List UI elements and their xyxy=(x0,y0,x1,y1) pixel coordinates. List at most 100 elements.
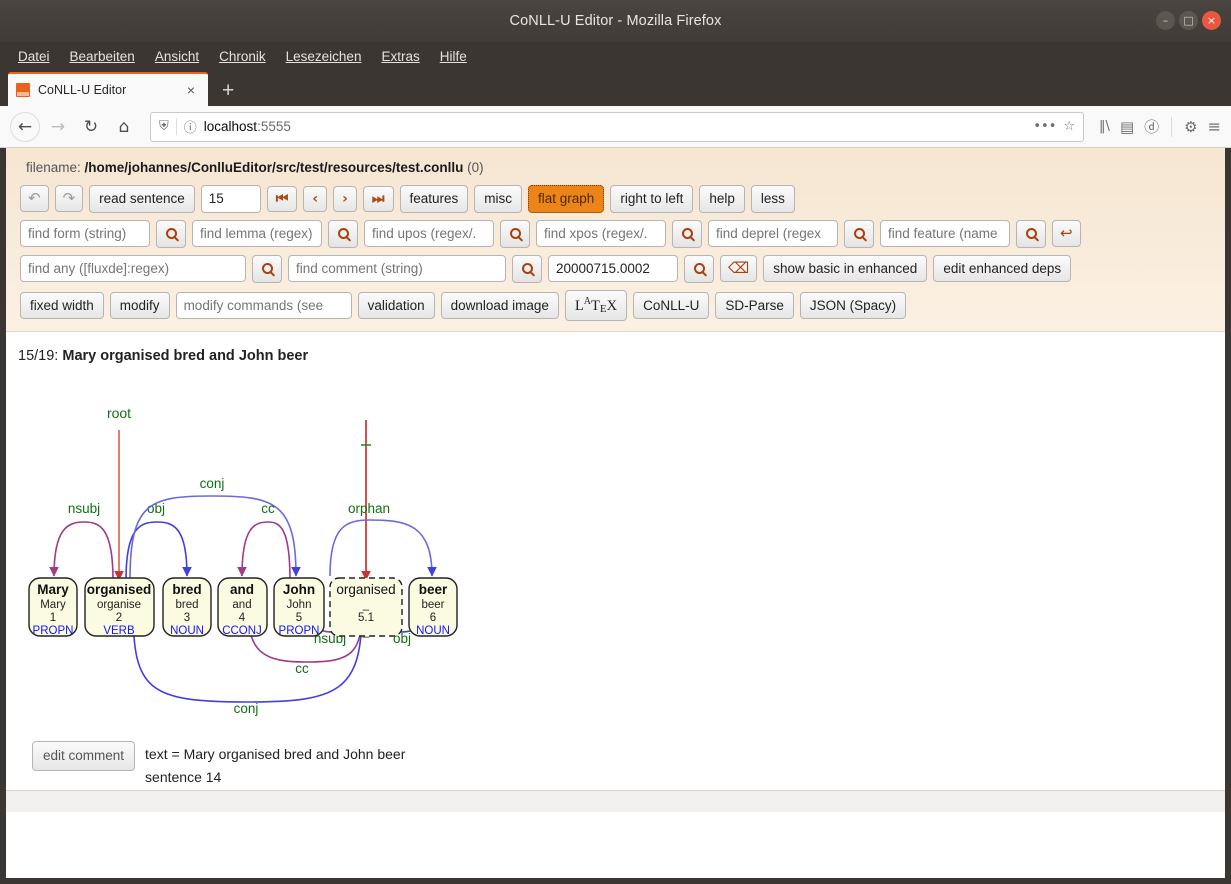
sidebar-icon[interactable]: ▤ xyxy=(1120,118,1134,136)
nav-divider xyxy=(1171,116,1173,137)
sd-parse-button[interactable]: SD-Parse xyxy=(715,291,794,320)
menu-ansicht[interactable]: Ansicht xyxy=(147,46,207,67)
validation-button[interactable]: validation xyxy=(357,291,435,320)
arc-label-cc-below: cc xyxy=(295,661,309,676)
first-sentence-button[interactable]: ⏮ xyxy=(266,185,298,212)
features-button[interactable]: features xyxy=(399,185,469,213)
find-any-input[interactable] xyxy=(20,254,246,283)
misc-button[interactable]: misc xyxy=(474,185,523,213)
home-icon[interactable]: ⌂ xyxy=(109,112,139,142)
token-node-4[interactable]: and and 4 CCONJ xyxy=(217,577,268,637)
token-form: beer xyxy=(419,582,448,597)
find-deprel-search-button[interactable] xyxy=(844,219,874,248)
dependency-graph-svg[interactable]: root nsubj obj conj cc orphan nsubj obj … xyxy=(18,370,488,720)
find-form-input[interactable] xyxy=(20,219,150,248)
toolbar-row-1: ↶ ↷ read sentence ⏮ ‹ › ⏭ features misc … xyxy=(20,185,1211,213)
menu-icon[interactable]: ≡ xyxy=(1208,117,1221,136)
shield-icon[interactable]: ⛨ xyxy=(159,119,169,134)
redo-button[interactable]: ↷ xyxy=(54,185,84,213)
token-node-1[interactable]: Mary Mary 1 PROPN xyxy=(28,577,78,637)
show-basic-in-enhanced-button[interactable]: show basic in enhanced xyxy=(763,254,928,283)
clear-button[interactable]: ⌫ xyxy=(720,254,758,283)
reload-icon[interactable]: ↻ xyxy=(76,112,106,142)
menu-datei[interactable]: Datei xyxy=(10,46,58,67)
last-sentence-button[interactable]: ⏭ xyxy=(362,185,394,212)
maximize-button[interactable]: □ xyxy=(1179,11,1198,30)
token-node-6[interactable]: beer beer 6 NOUN xyxy=(408,577,458,637)
dependency-graph[interactable]: root nsubj obj conj cc orphan nsubj obj … xyxy=(18,370,1213,725)
back-icon[interactable]: ← xyxy=(10,111,40,142)
conllu-export-button[interactable]: CoNLL-U xyxy=(633,291,710,320)
undo-button[interactable]: ↶ xyxy=(20,185,49,213)
arc-orphan-above[interactable] xyxy=(329,519,437,578)
fixed-width-button[interactable]: fixed width xyxy=(20,291,104,320)
right-to-left-button[interactable]: right to left xyxy=(610,185,694,213)
menu-chronik[interactable]: Chronik xyxy=(211,46,274,67)
close-button[interactable]: × xyxy=(1202,11,1221,30)
find-any-search-button[interactable] xyxy=(252,254,282,283)
arc-cc-above[interactable] xyxy=(237,521,291,581)
find-feature-input[interactable] xyxy=(880,219,1010,248)
find-lemma-search-button[interactable] xyxy=(328,219,358,248)
url-host: localhost xyxy=(203,119,258,134)
forward-icon[interactable]: → xyxy=(43,112,73,142)
find-xpos-search-button[interactable] xyxy=(672,219,702,248)
sentence-number-input[interactable] xyxy=(200,185,261,213)
download-image-button[interactable]: download image xyxy=(440,291,559,320)
find-lemma-input[interactable] xyxy=(192,219,322,248)
menu-hilfe[interactable]: Hilfe xyxy=(432,46,475,67)
find-comment-search-button[interactable] xyxy=(512,254,542,283)
flat-graph-button[interactable]: flat graph xyxy=(528,185,605,213)
json-spacy-button[interactable]: JSON (Spacy) xyxy=(799,291,907,320)
minimize-button[interactable]: – xyxy=(1156,11,1175,30)
bookmark-star-icon[interactable]: ☆ xyxy=(1063,119,1075,134)
account-icon[interactable]: ⓓ xyxy=(1144,116,1159,137)
find-deprel-input[interactable] xyxy=(708,219,838,248)
token-lemma: _ xyxy=(362,599,370,611)
prev-sentence-button[interactable]: ‹ xyxy=(303,185,328,212)
modify-commands-input[interactable] xyxy=(175,291,352,320)
arc-label-cc-above: cc xyxy=(261,501,275,516)
enter-icon-button[interactable]: ↩ xyxy=(1052,219,1081,248)
menu-extras-label: Extras xyxy=(381,48,420,64)
search-icon xyxy=(521,263,533,275)
sentence-id-input[interactable] xyxy=(548,254,678,283)
menu-bearbeiten[interactable]: Bearbeiten xyxy=(62,46,143,67)
arc-label-orphan: orphan xyxy=(348,501,390,516)
token-node-2[interactable]: organised organise 2 VERB xyxy=(84,577,155,637)
find-form-search-button[interactable] xyxy=(156,219,186,248)
less-button[interactable]: less xyxy=(750,185,795,213)
tab-conllu-editor[interactable]: CoNLL-U Editor × xyxy=(8,72,208,106)
comment-line-sentence: sentence 14 xyxy=(145,769,222,786)
latex-button[interactable]: LATEX xyxy=(564,289,628,322)
help-button[interactable]: help xyxy=(699,185,745,213)
new-tab-button[interactable]: + xyxy=(208,76,248,106)
token-node-5-1-empty[interactable]: organised _ 5.1 _ xyxy=(329,577,403,638)
modify-button[interactable]: modify xyxy=(109,291,170,320)
toolbar-row-2: ↩ xyxy=(20,219,1211,248)
edit-enhanced-deps-button[interactable]: edit enhanced deps xyxy=(933,254,1072,283)
find-xpos-input[interactable] xyxy=(536,219,666,248)
page-actions-icon[interactable]: ••• xyxy=(1033,119,1056,134)
menu-extras[interactable]: Extras xyxy=(373,46,427,67)
url-bar[interactable]: ⛨ ⓘ localhost:5555 ••• ☆ xyxy=(150,111,1085,142)
token-upos: PROPN xyxy=(279,625,320,637)
info-icon[interactable]: ⓘ xyxy=(184,117,197,136)
sentence-id-search-button[interactable] xyxy=(684,254,714,283)
menu-lesezeichen[interactable]: Lesezeichen xyxy=(278,46,370,67)
next-sentence-button[interactable]: › xyxy=(333,185,357,212)
arc-nsubj-above[interactable] xyxy=(49,521,114,581)
find-feature-search-button[interactable] xyxy=(1016,219,1046,248)
token-node-5[interactable]: John John 5 PROPN xyxy=(273,577,325,637)
find-comment-input[interactable] xyxy=(288,254,506,283)
find-upos-search-button[interactable] xyxy=(500,219,530,248)
library-icon[interactable]: ‖\ xyxy=(1099,119,1110,134)
read-sentence-button[interactable]: read sentence xyxy=(89,185,195,213)
edit-comment-button[interactable]: edit comment xyxy=(32,741,136,771)
token-node-3[interactable]: bred bred 3 NOUN xyxy=(162,577,212,637)
extension-icon[interactable]: ⚙ xyxy=(1184,118,1197,136)
tab-close-icon[interactable]: × xyxy=(182,82,200,98)
url-port: :5555 xyxy=(257,119,291,134)
find-upos-input[interactable] xyxy=(364,219,494,248)
window-title: CoNLL-U Editor - Mozilla Firefox xyxy=(509,13,722,29)
